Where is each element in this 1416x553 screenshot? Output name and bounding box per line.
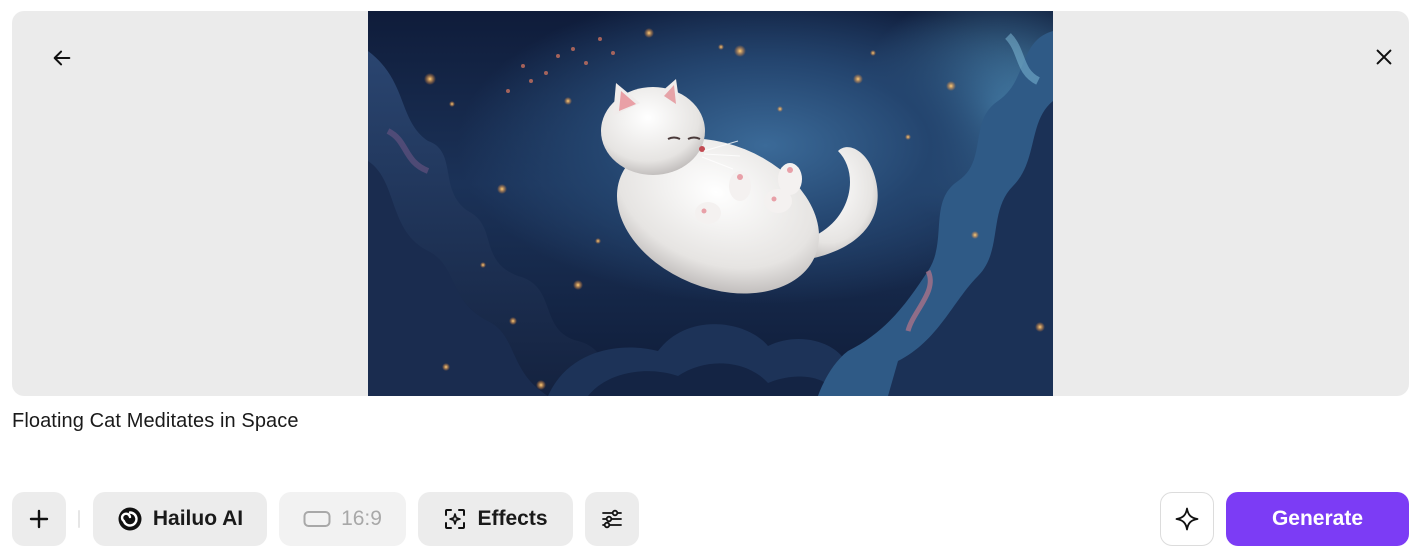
effects-button[interactable]: Effects (418, 492, 573, 546)
generate-button[interactable]: Generate (1226, 492, 1409, 546)
space-cat-illustration (368, 28, 1053, 396)
generation-toolbar: Hailuo AI 16:9 Effects Generate (0, 492, 1416, 546)
plus-icon (29, 509, 49, 529)
arrow-left-icon (53, 50, 71, 66)
aspect-ratio-icon (303, 511, 331, 527)
model-label: Hailuo AI (152, 507, 244, 530)
hailuo-logo-icon (118, 507, 142, 531)
sparkle-icon (1175, 507, 1199, 531)
close-button[interactable] (1366, 39, 1402, 75)
model-selector-button[interactable]: Hailuo AI (93, 492, 267, 546)
add-button[interactable] (12, 492, 66, 546)
image-preview (12, 11, 1409, 396)
settings-button[interactable] (585, 492, 639, 546)
generated-image (368, 11, 1053, 396)
aspect-ratio-label: 16:9 (341, 507, 382, 530)
enhance-prompt-button[interactable] (1160, 492, 1214, 546)
back-button[interactable] (44, 40, 80, 76)
toolbar-divider (78, 510, 80, 528)
aspect-ratio-button[interactable]: 16:9 (279, 492, 406, 546)
effects-label: Effects (477, 507, 548, 530)
close-icon (1376, 49, 1392, 65)
sliders-icon (602, 509, 622, 529)
effects-icon (445, 509, 466, 529)
prompt-caption: Floating Cat Meditates in Space (12, 410, 299, 432)
